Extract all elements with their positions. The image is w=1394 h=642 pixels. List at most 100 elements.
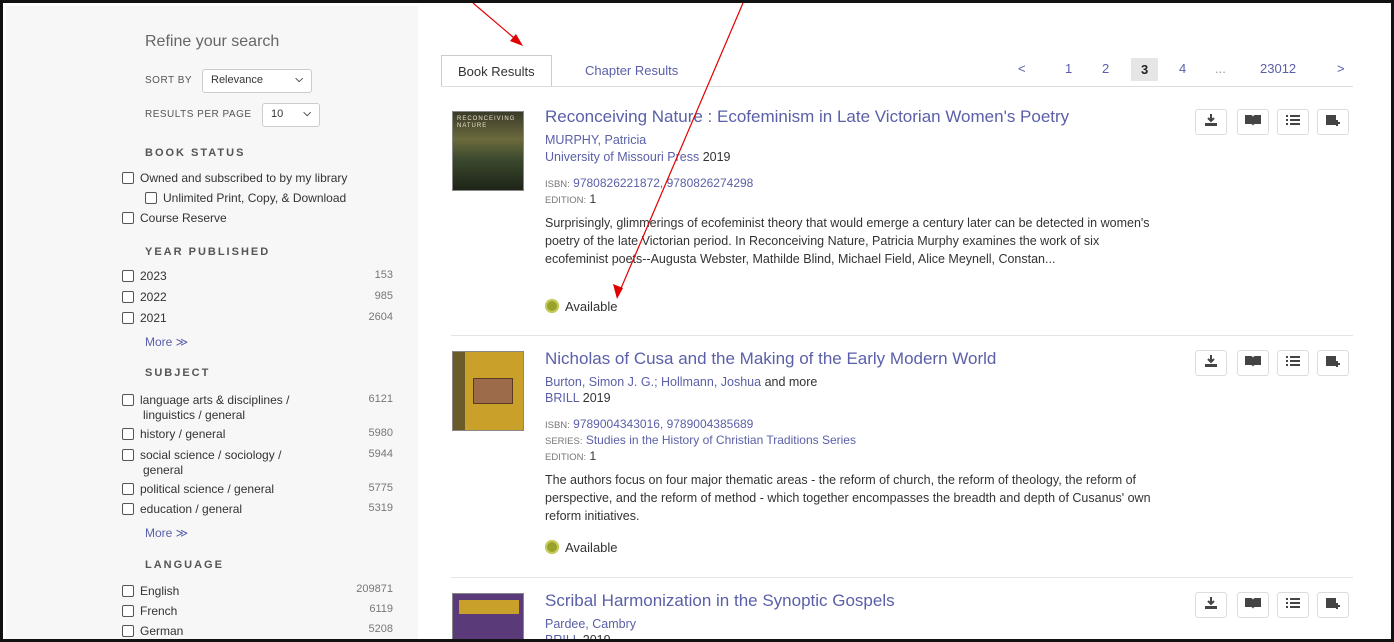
checkbox[interactable] (122, 585, 134, 597)
list-button[interactable] (1277, 350, 1309, 376)
available-badge-icon (545, 299, 559, 313)
add-to-list-button[interactable] (1317, 592, 1349, 618)
list-icon (1285, 354, 1301, 373)
download-button[interactable] (1195, 350, 1227, 376)
year-more-link[interactable]: More ≫ (145, 335, 188, 349)
year-heading: YEAR PUBLISHED (145, 246, 271, 258)
add-to-list-button[interactable] (1317, 109, 1349, 135)
add-to-list-icon (1325, 596, 1341, 615)
checkbox[interactable] (122, 428, 134, 440)
facet-count: 6121 (368, 393, 393, 405)
facet-unlimited[interactable]: Unlimited Print, Copy, & Download (145, 191, 346, 205)
checkbox[interactable] (122, 312, 134, 324)
add-to-list-button[interactable] (1317, 350, 1349, 376)
more-authors[interactable]: and more (765, 375, 818, 389)
facet-owned[interactable]: Owned and subscribed to by my library (122, 171, 347, 185)
checkbox[interactable] (122, 394, 134, 406)
result-title-link[interactable]: Scribal Harmonization in the Synoptic Go… (545, 591, 895, 611)
pager-next-button[interactable]: > (1337, 61, 1345, 76)
read-book-icon (1244, 596, 1262, 615)
facet-year-2022[interactable]: 2022 (122, 290, 167, 304)
tab-book-results[interactable]: Book Results (441, 55, 552, 87)
facet-subject-political[interactable]: political science / general (122, 482, 274, 496)
facet-subject-language[interactable]: language arts & disciplines / linguistics… (122, 393, 332, 423)
tab-divider (441, 86, 1353, 87)
result-author-line: Burton, Simon J. G.; Hollmann, Joshua an… (545, 375, 817, 389)
availability-status: Available (545, 299, 618, 314)
per-page-label: RESULTS PER PAGE (145, 109, 252, 120)
result-author-link[interactable]: Pardee, Cambry (545, 617, 636, 631)
checkbox[interactable] (122, 172, 134, 184)
pager-page-3-current[interactable]: 3 (1131, 58, 1159, 81)
facet-count: 5208 (368, 623, 393, 635)
checkbox[interactable] (122, 270, 134, 282)
checkbox[interactable] (122, 291, 134, 303)
download-icon (1203, 353, 1219, 374)
publisher-link[interactable]: University of Missouri Press (545, 150, 699, 164)
result-divider (451, 335, 1353, 336)
publisher-link[interactable]: BRILL (545, 391, 579, 405)
facet-year-2021[interactable]: 2021 (122, 311, 167, 325)
checkbox[interactable] (145, 192, 157, 204)
checkbox[interactable] (122, 449, 134, 461)
pager-page-4[interactable]: 4 (1179, 61, 1186, 76)
isbn-line: ISBN: 9780826221872, 9780826274298 (545, 176, 754, 190)
list-button[interactable] (1277, 592, 1309, 618)
refine-sidebar (6, 6, 418, 639)
list-button[interactable] (1277, 109, 1309, 135)
facet-count: 5980 (368, 427, 393, 439)
pager-page-2[interactable]: 2 (1102, 61, 1109, 76)
facet-subject-history[interactable]: history / general (122, 427, 225, 441)
result-author-link[interactable]: Burton, Simon J. G.; Hollmann, Joshua (545, 375, 761, 389)
list-icon (1285, 113, 1301, 132)
facet-course-reserve[interactable]: Course Reserve (122, 211, 227, 225)
checkbox[interactable] (122, 483, 134, 495)
facet-count: 5944 (368, 448, 393, 460)
facet-language-german[interactable]: German (122, 624, 183, 638)
checkbox[interactable] (122, 605, 134, 617)
facet-count: 153 (374, 269, 393, 281)
list-icon (1285, 596, 1301, 615)
facet-year-2023[interactable]: 2023 (122, 269, 167, 283)
facet-language-french[interactable]: French (122, 604, 177, 618)
facet-language-english[interactable]: English (122, 584, 179, 598)
pager-ellipsis: ... (1215, 61, 1226, 76)
result-description: Surprisingly, glimmerings of ecofeminist… (545, 216, 1150, 266)
edition-line: EDITION: 1 (545, 192, 597, 206)
result-title-link[interactable]: Nicholas of Cusa and the Making of the E… (545, 349, 996, 369)
chevron-down-icon: ⌵ (295, 74, 303, 85)
result-title-link[interactable]: Reconceiving Nature : Ecofeminism in Lat… (545, 107, 1069, 127)
read-book-button[interactable] (1237, 592, 1269, 618)
subject-heading: SUBJECT (145, 367, 211, 379)
pager-prev-button[interactable]: < (1018, 61, 1026, 76)
download-button[interactable] (1195, 592, 1227, 618)
read-book-button[interactable] (1237, 109, 1269, 135)
chevron-down-icon: ⌵ (303, 108, 311, 119)
facet-subject-education[interactable]: education / general (122, 502, 242, 516)
publish-year: 2019 (582, 633, 611, 642)
checkbox[interactable] (122, 503, 134, 515)
result-publisher-line: BRILL 2019 (545, 391, 611, 405)
checkbox[interactable] (122, 625, 134, 637)
facet-subject-sociology[interactable]: social science / sociology / general (122, 448, 332, 478)
read-book-button[interactable] (1237, 350, 1269, 376)
result-author-link[interactable]: MURPHY, Patricia (545, 133, 646, 147)
annotation-arrow-line (472, 3, 521, 44)
facet-count: 5775 (368, 482, 393, 494)
sort-by-value: Relevance (211, 74, 263, 86)
sort-by-select[interactable]: Relevance ⌵ (202, 69, 312, 93)
subject-more-link[interactable]: More ≫ (145, 526, 188, 540)
checkbox[interactable] (122, 212, 134, 224)
pager-last-page[interactable]: 23012 (1260, 61, 1296, 76)
publisher-link[interactable]: BRILL (545, 633, 579, 639)
per-page-select[interactable]: 10 ⌵ (262, 103, 320, 127)
book-cover-image[interactable]: RECONCEIVING NATURE (452, 111, 524, 191)
publish-year: 2019 (702, 150, 731, 164)
book-cover-image[interactable] (452, 593, 524, 639)
download-button[interactable] (1195, 109, 1227, 135)
facet-count: 2604 (368, 311, 393, 323)
book-cover-image[interactable] (452, 351, 524, 431)
pager-page-1[interactable]: 1 (1065, 61, 1072, 76)
result-publisher-line: University of Missouri Press 2019 (545, 150, 731, 164)
tab-chapter-results[interactable]: Chapter Results (569, 55, 694, 87)
